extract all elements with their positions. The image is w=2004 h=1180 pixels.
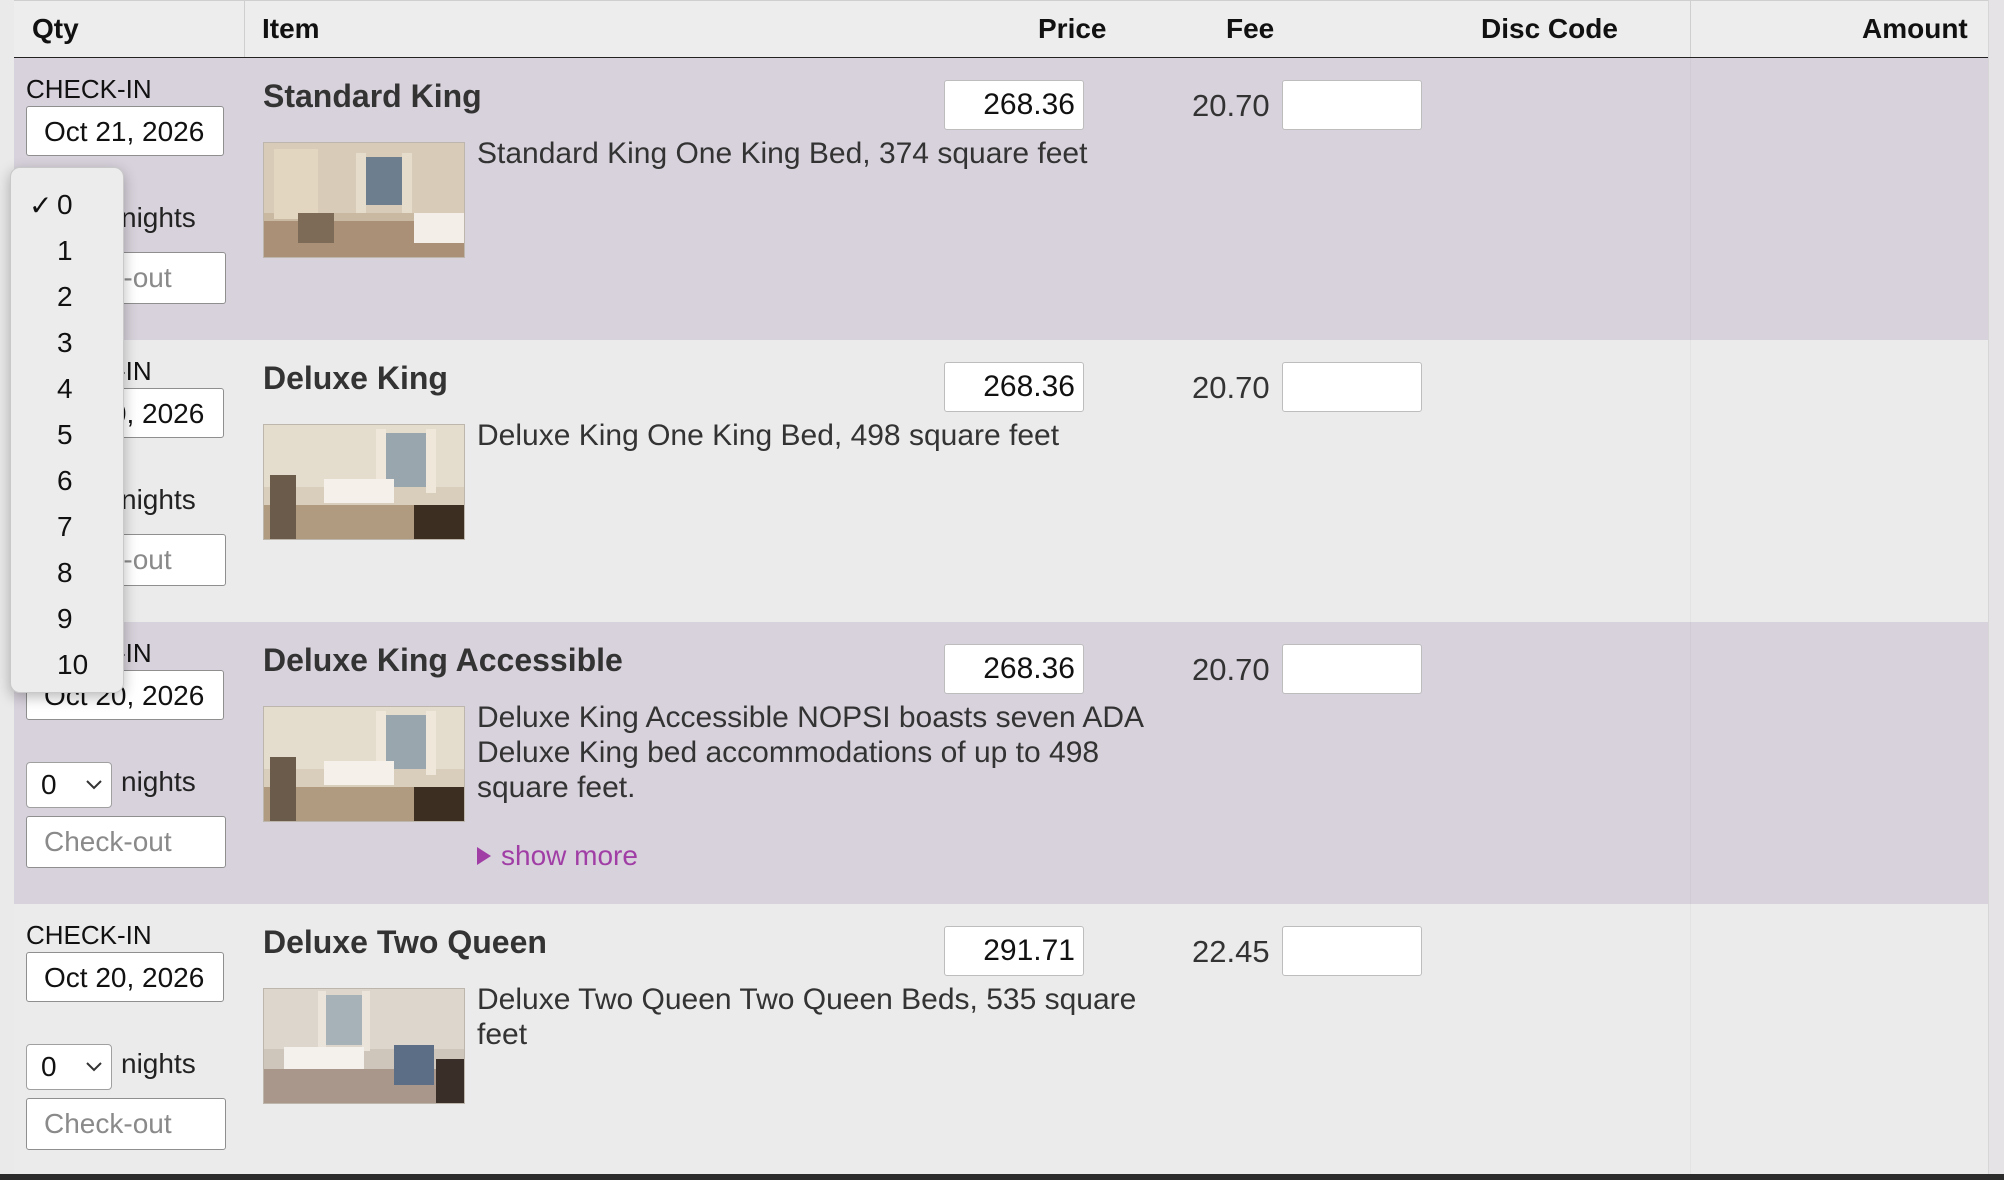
room-row-deluxe-king-accessible: CHECK-IN Oct 20, 2026 0 nights Check-out…: [14, 622, 1988, 904]
room-description: Deluxe Two Queen Two Queen Beds, 535 squ…: [477, 983, 1137, 1051]
header-item: Item: [262, 13, 320, 44]
qty-cell: CHECK-IN Oct 20, 2026 0 nights Check-out: [14, 904, 244, 1174]
nights-label: nights: [121, 766, 196, 797]
nights-option-5[interactable]: 5: [11, 412, 123, 458]
nights-select[interactable]: 0: [26, 1044, 112, 1090]
room-row-deluxe-two-queen: CHECK-IN Oct 20, 2026 0 nights Check-out…: [14, 904, 1988, 1174]
price-field[interactable]: 268.36: [944, 80, 1084, 130]
option-label: 10: [57, 649, 89, 680]
room-photo[interactable]: [263, 706, 465, 822]
checkin-date-input[interactable]: Oct 21, 2026: [26, 106, 224, 156]
room-title: Deluxe King: [263, 360, 448, 396]
column-divider: [244, 1, 245, 57]
disc-code-input[interactable]: [1282, 80, 1422, 130]
nights-select[interactable]: 0: [26, 762, 112, 808]
room-title: Deluxe King Accessible: [263, 642, 623, 678]
room-description: Deluxe King Accessible NOPSI boasts seve…: [477, 701, 1143, 804]
room-title: Deluxe Two Queen: [263, 924, 547, 960]
checkin-date-input[interactable]: Oct 20, 2026: [26, 952, 224, 1002]
price-field[interactable]: 291.71: [944, 926, 1084, 976]
room-title: Standard King: [263, 78, 482, 114]
nights-option-0[interactable]: ✓ 0: [11, 182, 123, 228]
room-photo[interactable]: [263, 424, 465, 540]
fee-value: 20.70: [1192, 370, 1270, 405]
nights-label: nights: [121, 1048, 196, 1079]
nights-option-10[interactable]: 10: [11, 642, 123, 688]
nights-option-4[interactable]: 4: [11, 366, 123, 412]
checkmark-icon: ✓: [29, 190, 53, 221]
nights-select-value: 0: [41, 769, 57, 800]
nights-option-9[interactable]: 9: [11, 596, 123, 642]
disc-code-input[interactable]: [1282, 644, 1422, 694]
option-label: 1: [57, 235, 73, 266]
option-label: 9: [57, 603, 73, 634]
option-label: 4: [57, 373, 73, 404]
bottom-border: [0, 1174, 2004, 1180]
header-qty: Qty: [32, 13, 79, 44]
amount-cell: [1690, 904, 1989, 1174]
checkout-date-input[interactable]: Check-out: [26, 1098, 226, 1150]
rooms-table: Qty Item Price Fee Disc Code Amount CHEC…: [14, 0, 1988, 1174]
header-fee: Fee: [1226, 13, 1275, 44]
column-divider: [1690, 1, 1691, 57]
chevron-down-icon: [85, 1045, 103, 1105]
room-description: Deluxe King One King Bed, 498 square fee…: [477, 419, 1060, 452]
amount-cell: [1690, 58, 1989, 340]
fee-value: 20.70: [1192, 88, 1270, 123]
room-description: Standard King One King Bed, 374 square f…: [477, 137, 1088, 170]
option-label: 7: [57, 511, 73, 542]
option-label: 2: [57, 281, 73, 312]
show-more-toggle[interactable]: show more: [477, 840, 638, 872]
show-more-label: show more: [501, 840, 638, 871]
nights-label: nights: [121, 484, 196, 515]
nights-option-7[interactable]: 7: [11, 504, 123, 550]
chevron-down-icon: [85, 763, 103, 823]
amount-cell: [1690, 340, 1989, 622]
disc-code-input[interactable]: [1282, 362, 1422, 412]
fee-value: 20.70: [1192, 652, 1270, 687]
room-photo[interactable]: [263, 142, 465, 258]
checkin-label: CHECK-IN: [26, 74, 152, 104]
fee-value: 22.45: [1192, 934, 1270, 969]
disclosure-triangle-icon: [477, 846, 491, 865]
table-header: Qty Item Price Fee Disc Code Amount: [14, 0, 1988, 59]
nights-option-3[interactable]: 3: [11, 320, 123, 366]
room-photo[interactable]: [263, 988, 465, 1104]
option-label: 0: [57, 189, 73, 220]
price-field[interactable]: 268.36: [944, 644, 1084, 694]
window-edge: [1988, 0, 2004, 1180]
option-label: 8: [57, 557, 73, 588]
option-label: 6: [57, 465, 73, 496]
header-price: Price: [1038, 13, 1107, 44]
nights-select-value: 0: [41, 1051, 57, 1082]
header-amount: Amount: [1862, 13, 1968, 44]
nights-option-1[interactable]: 1: [11, 228, 123, 274]
nights-dropdown-menu: ✓ 0 1 2 3 4 5 6 7 8 9 10: [10, 167, 124, 693]
option-label: 5: [57, 419, 73, 450]
nights-option-2[interactable]: 2: [11, 274, 123, 320]
option-label: 3: [57, 327, 73, 358]
booking-page: Qty Item Price Fee Disc Code Amount CHEC…: [0, 0, 2004, 1180]
nights-option-6[interactable]: 6: [11, 458, 123, 504]
header-disc-code: Disc Code: [1481, 13, 1618, 44]
checkout-date-input[interactable]: Check-out: [26, 816, 226, 868]
amount-cell: [1690, 622, 1989, 904]
room-row-deluxe-king: CHECK-IN Oct 20, 2026 0 nights Check-out…: [14, 340, 1988, 622]
nights-label: nights: [121, 202, 196, 233]
room-row-standard-king: CHECK-IN Oct 21, 2026 0 nights Check-out…: [14, 58, 1988, 340]
disc-code-input[interactable]: [1282, 926, 1422, 976]
price-field[interactable]: 268.36: [944, 362, 1084, 412]
checkin-label: CHECK-IN: [26, 920, 152, 950]
nights-option-8[interactable]: 8: [11, 550, 123, 596]
